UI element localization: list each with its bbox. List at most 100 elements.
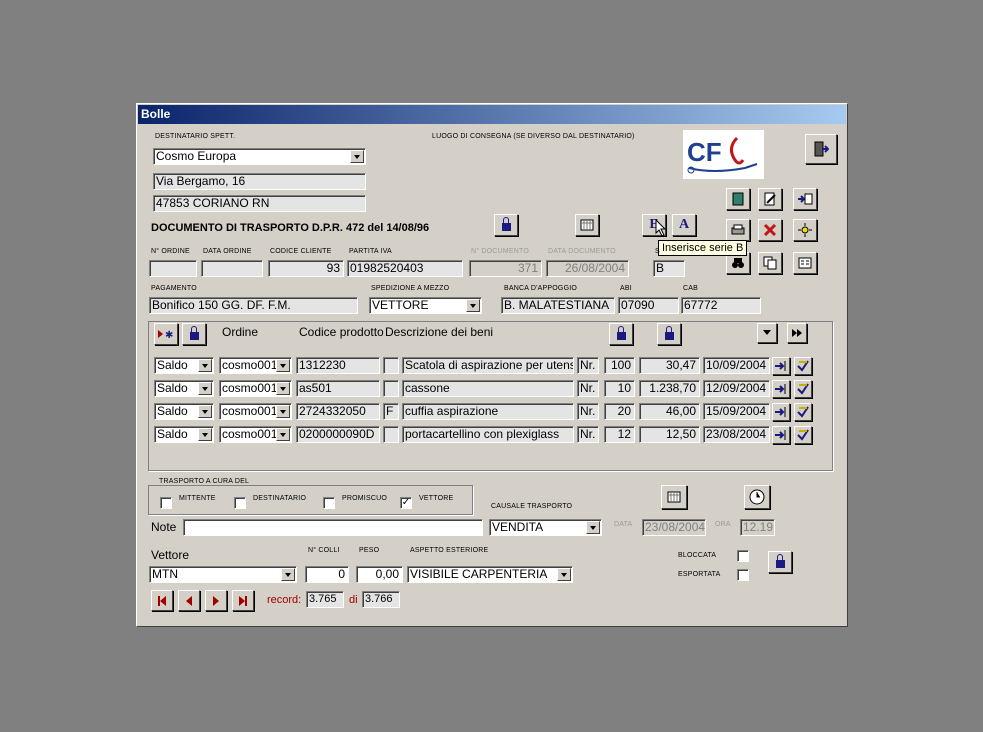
banca-field[interactable]: B. MALATESTIANA bbox=[501, 297, 615, 314]
row-prezzo-field[interactable]: 46,00 bbox=[639, 403, 700, 420]
row-tipo-combo[interactable]: Saldo bbox=[154, 380, 214, 397]
row-descrizione-field[interactable]: portacartellino con plexiglass bbox=[402, 426, 574, 443]
row-flag-field[interactable] bbox=[383, 426, 399, 443]
row-qta-field[interactable]: 12 bbox=[604, 426, 635, 443]
serie-field[interactable]: B bbox=[653, 260, 685, 277]
row-qta-field[interactable]: 100 bbox=[604, 357, 635, 374]
chevron-down-icon[interactable] bbox=[276, 359, 290, 372]
chevron-down-icon[interactable] bbox=[198, 382, 212, 395]
copy-button[interactable] bbox=[758, 252, 782, 274]
row-tipo-combo[interactable]: Saldo bbox=[154, 357, 214, 374]
chevron-down-icon[interactable] bbox=[276, 382, 290, 395]
calendar-date-button[interactable] bbox=[661, 485, 687, 509]
vettore-combo[interactable]: MTN bbox=[149, 566, 297, 583]
row-um-field[interactable]: Nr. bbox=[577, 380, 599, 397]
calendar-button[interactable] bbox=[575, 214, 599, 236]
chevron-down-icon[interactable] bbox=[586, 521, 600, 534]
prev-record-button[interactable] bbox=[178, 590, 200, 611]
chevron-down-icon[interactable] bbox=[198, 359, 212, 372]
row-codice-field[interactable]: 1312230 bbox=[296, 357, 380, 374]
row-um-field[interactable]: Nr. bbox=[577, 357, 599, 374]
chevron-down-icon[interactable] bbox=[198, 405, 212, 418]
row-codice-field[interactable]: 0200000090D bbox=[296, 426, 380, 443]
chevron-down-icon[interactable] bbox=[276, 428, 290, 441]
row-data-field[interactable]: 15/09/2004 bbox=[703, 403, 770, 420]
row-descrizione-field[interactable]: cassone bbox=[402, 380, 574, 397]
list-button[interactable] bbox=[793, 252, 817, 274]
row-confirm-button[interactable] bbox=[794, 403, 812, 421]
row-um-field[interactable]: Nr. bbox=[577, 403, 599, 420]
codice-cliente-field[interactable]: 93 bbox=[268, 260, 344, 277]
data-ordine-field[interactable] bbox=[201, 260, 263, 277]
row-prezzo-field[interactable]: 1.238,70 bbox=[639, 380, 700, 397]
promiscuo-checkbox[interactable] bbox=[323, 497, 335, 509]
row-descrizione-field[interactable]: Scatola di aspirazione per utensile c bbox=[402, 357, 574, 374]
n-colli-field[interactable]: 0 bbox=[305, 566, 349, 583]
cab-field[interactable]: 67772 bbox=[681, 297, 761, 314]
edit-doc-button[interactable] bbox=[758, 188, 782, 210]
row-descrizione-field[interactable]: cuffia aspirazione bbox=[402, 403, 574, 420]
row-flag-field[interactable] bbox=[383, 380, 399, 397]
causale-combo[interactable]: VENDITA bbox=[489, 519, 602, 536]
lock-qty-button[interactable] bbox=[609, 323, 633, 345]
indirizzo-field[interactable]: Via Bergamo, 16 bbox=[153, 173, 366, 190]
last-record-button[interactable] bbox=[232, 590, 254, 611]
book-button[interactable] bbox=[726, 188, 750, 210]
row-prezzo-field[interactable]: 12,50 bbox=[639, 426, 700, 443]
lock-doc-button[interactable] bbox=[494, 214, 518, 236]
serie-a-button[interactable]: A bbox=[672, 214, 696, 236]
esportata-checkbox[interactable] bbox=[737, 569, 749, 581]
chevron-down-icon[interactable] bbox=[466, 299, 480, 312]
pagamento-field[interactable]: Bonifico 150 GG. DF. F.M. bbox=[149, 297, 358, 314]
destinatario-checkbox[interactable] bbox=[234, 497, 246, 509]
chevron-down-icon[interactable] bbox=[198, 428, 212, 441]
aspetto-combo[interactable]: VISIBILE CARPENTERIA bbox=[407, 566, 573, 583]
note-field[interactable] bbox=[183, 519, 483, 536]
clock-button[interactable] bbox=[744, 485, 770, 509]
exit-button[interactable] bbox=[805, 134, 837, 164]
row-detail-button[interactable] bbox=[772, 357, 790, 375]
next-record-button[interactable] bbox=[205, 590, 227, 611]
delete-button[interactable] bbox=[758, 219, 782, 241]
mittente-checkbox[interactable] bbox=[160, 497, 172, 509]
lock-price-button[interactable] bbox=[657, 323, 681, 345]
chevron-down-icon[interactable] bbox=[350, 150, 364, 163]
bloccata-checkbox[interactable] bbox=[737, 550, 749, 562]
lock-rows-button[interactable] bbox=[182, 323, 206, 345]
print-button[interactable] bbox=[726, 219, 750, 241]
row-flag-field[interactable]: F bbox=[383, 403, 399, 420]
row-tipo-combo[interactable]: Saldo bbox=[154, 403, 214, 420]
abi-field[interactable]: 07090 bbox=[618, 297, 679, 314]
destinatario-combo[interactable]: Cosmo Europa bbox=[153, 148, 366, 165]
spedizione-combo[interactable]: VETTORE bbox=[369, 297, 482, 314]
row-confirm-button[interactable] bbox=[794, 380, 812, 398]
citta-field[interactable]: 47853 CORIANO RN bbox=[153, 195, 366, 212]
chevron-down-icon[interactable] bbox=[276, 405, 290, 418]
row-confirm-button[interactable] bbox=[794, 357, 812, 375]
row-um-field[interactable]: Nr. bbox=[577, 426, 599, 443]
n-ordine-field[interactable] bbox=[149, 260, 197, 277]
row-detail-button[interactable] bbox=[772, 403, 790, 421]
row-qta-field[interactable]: 10 bbox=[604, 380, 635, 397]
new-row-button[interactable]: ✱ bbox=[154, 323, 178, 345]
lock-bolla-button[interactable] bbox=[768, 551, 792, 573]
vettore-checkbox[interactable]: ✓ bbox=[400, 497, 412, 509]
scroll-down-button[interactable] bbox=[757, 323, 777, 343]
row-detail-button[interactable] bbox=[772, 426, 790, 444]
row-data-field[interactable]: 12/09/2004 bbox=[703, 380, 770, 397]
insert-row-button[interactable] bbox=[793, 188, 817, 210]
new-button[interactable] bbox=[793, 219, 817, 241]
chevron-down-icon[interactable] bbox=[281, 568, 295, 581]
row-confirm-button[interactable] bbox=[794, 426, 812, 444]
row-ordine-combo[interactable]: cosmo001 bbox=[219, 426, 292, 443]
row-ordine-combo[interactable]: cosmo001 bbox=[219, 357, 292, 374]
peso-field[interactable]: 0,00 bbox=[356, 566, 403, 583]
partita-iva-field[interactable]: 01982520403 bbox=[347, 260, 463, 277]
row-detail-button[interactable] bbox=[772, 380, 790, 398]
row-codice-field[interactable]: as501 bbox=[296, 380, 380, 397]
row-ordine-combo[interactable]: cosmo001 bbox=[219, 403, 292, 420]
row-data-field[interactable]: 10/09/2004 bbox=[703, 357, 770, 374]
row-qta-field[interactable]: 20 bbox=[604, 403, 635, 420]
row-codice-field[interactable]: 2724332050 bbox=[296, 403, 380, 420]
first-record-button[interactable] bbox=[151, 590, 173, 611]
